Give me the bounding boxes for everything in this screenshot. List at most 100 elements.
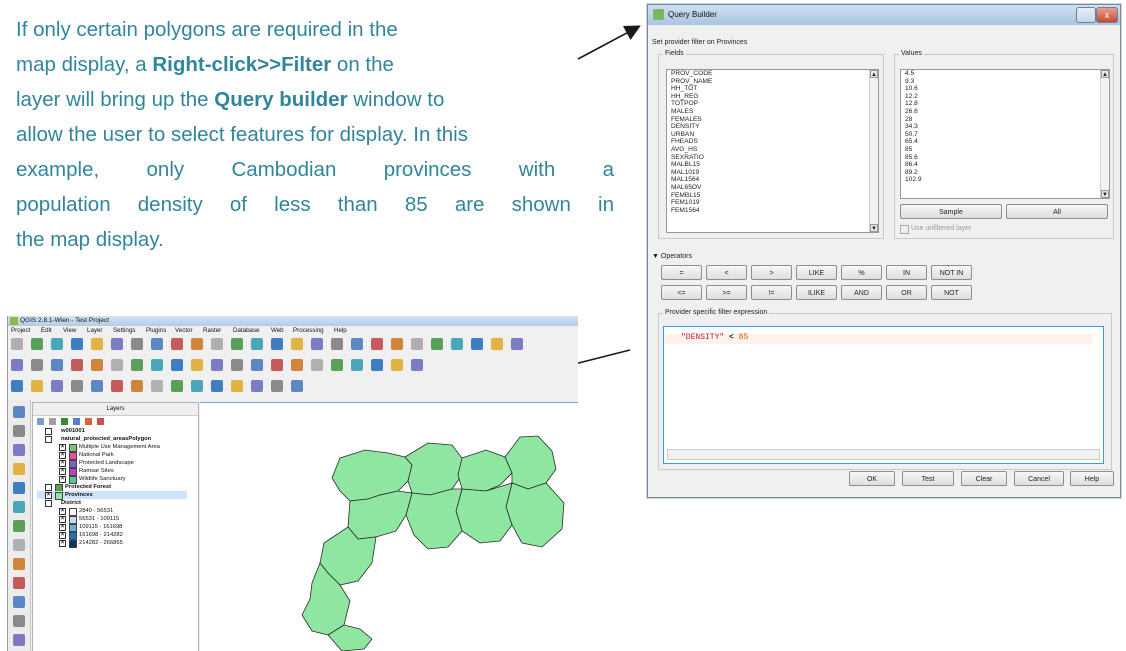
field-item[interactable]: MAL1019 — [667, 169, 878, 177]
legend-checkbox[interactable]: × — [59, 476, 66, 483]
toolbar-tool-icon[interactable] — [251, 380, 263, 392]
legend-checkbox[interactable]: × — [59, 508, 66, 515]
value-item[interactable]: 9.3 — [901, 78, 1109, 86]
toolbar-tool-icon[interactable] — [371, 359, 383, 371]
value-item[interactable]: 4.5 — [901, 70, 1109, 78]
filter-icon[interactable] — [61, 418, 68, 425]
toolbar-tool-icon[interactable] — [31, 338, 43, 350]
toolbar-tool-icon[interactable] — [251, 359, 263, 371]
toolbar-tool-icon[interactable] — [311, 338, 323, 350]
toolbar-tool-icon[interactable] — [271, 380, 283, 392]
toolbar-tool-icon[interactable] — [291, 338, 303, 350]
expression-hscrollbar[interactable] — [667, 449, 1100, 460]
values-scrollbar[interactable]: ▲ ▼ — [1100, 70, 1109, 198]
add-layer-tool-icon[interactable] — [13, 558, 25, 570]
field-item[interactable]: PROV_CODE — [667, 70, 878, 78]
add-layer-tool-icon[interactable] — [13, 406, 25, 418]
toolbar-tool-icon[interactable] — [311, 359, 323, 371]
use-unfiltered-checkbox[interactable] — [900, 225, 909, 234]
layer-checkbox[interactable] — [45, 436, 52, 443]
menu-item[interactable]: Raster — [203, 327, 221, 334]
value-item[interactable]: 50.7 — [901, 131, 1109, 139]
menu-item[interactable]: Processing — [293, 327, 324, 334]
add-layer-tool-icon[interactable] — [13, 539, 25, 551]
value-item[interactable]: 86.4 — [901, 161, 1109, 169]
toolbar-tool-icon[interactable] — [231, 338, 243, 350]
operator-button[interactable]: ILIKE — [796, 285, 837, 300]
legend-checkbox[interactable]: × — [59, 516, 66, 523]
help-button[interactable]: Help — [1070, 471, 1114, 486]
toolbar-tool-icon[interactable] — [91, 380, 103, 392]
toolbar-tool-icon[interactable] — [291, 380, 303, 392]
layer-checkbox[interactable] — [45, 428, 52, 435]
ok-button[interactable]: OK — [849, 471, 895, 486]
operator-button[interactable]: IN — [886, 265, 927, 280]
legend-checkbox[interactable]: × — [59, 532, 66, 539]
toolbar-tool-icon[interactable] — [331, 338, 343, 350]
layer-checkbox[interactable]: × — [45, 492, 52, 499]
field-item[interactable]: FEMBL15 — [667, 192, 878, 200]
scroll-up-icon[interactable]: ▲ — [1101, 70, 1109, 78]
value-item[interactable]: 10.6 — [901, 85, 1109, 93]
eye-icon[interactable] — [37, 418, 44, 425]
toolbar-tool-icon[interactable] — [331, 359, 343, 371]
map-canvas[interactable] — [200, 402, 578, 651]
toolbar-tool-icon[interactable] — [111, 380, 123, 392]
menu-item[interactable]: View — [63, 327, 76, 334]
toolbar-tool-icon[interactable] — [451, 338, 463, 350]
field-item[interactable]: FEM1564 — [667, 207, 878, 215]
field-item[interactable]: MALES — [667, 108, 878, 116]
toolbar-tool-icon[interactable] — [71, 338, 83, 350]
field-item[interactable]: HH_REG — [667, 93, 878, 101]
add-layer-tool-icon[interactable] — [13, 482, 25, 494]
toolbar-tool-icon[interactable] — [11, 338, 23, 350]
value-item[interactable]: 65.4 — [901, 138, 1109, 146]
field-item[interactable]: MAL65OV — [667, 184, 878, 192]
layer-provinces[interactable]: × Provinces — [37, 491, 187, 500]
help-titlebar-button[interactable] — [1076, 7, 1096, 23]
field-item[interactable]: TOTPOP — [667, 100, 878, 108]
legend-checkbox[interactable]: × — [59, 444, 66, 451]
toolbar-tool-icon[interactable] — [211, 338, 223, 350]
layer-checkbox[interactable] — [45, 484, 52, 491]
menu-item[interactable]: Layer — [87, 327, 102, 334]
clear-button[interactable]: Clear — [961, 471, 1007, 486]
operator-button[interactable]: < — [706, 265, 747, 280]
legend-checkbox[interactable]: × — [59, 460, 66, 467]
toolbar-tool-icon[interactable] — [111, 338, 123, 350]
toolbar-tool-icon[interactable] — [231, 359, 243, 371]
toolbar-tool-icon[interactable] — [31, 359, 43, 371]
filter-legend-icon[interactable] — [49, 418, 56, 425]
legend-checkbox[interactable]: × — [59, 452, 66, 459]
toolbar-tool-icon[interactable] — [231, 380, 243, 392]
operator-button[interactable]: % — [841, 265, 882, 280]
legend-checkbox[interactable]: × — [59, 540, 66, 547]
toolbar-tool-icon[interactable] — [511, 338, 523, 350]
add-layer-tool-icon[interactable] — [13, 444, 25, 456]
value-item[interactable]: 26.6 — [901, 108, 1109, 116]
menu-item[interactable]: Web — [271, 327, 284, 334]
field-item[interactable]: MAL1564 — [667, 176, 878, 184]
operator-button[interactable]: AND — [841, 285, 882, 300]
menu-item[interactable]: Plugins — [146, 327, 166, 334]
test-button[interactable]: Test — [902, 471, 954, 486]
toolbar-tool-icon[interactable] — [471, 338, 483, 350]
toolbar-tool-icon[interactable] — [71, 359, 83, 371]
toolbar-tool-icon[interactable] — [91, 359, 103, 371]
field-item[interactable]: FHEADS — [667, 138, 878, 146]
toolbar-tool-icon[interactable] — [491, 338, 503, 350]
collapse-icon[interactable] — [85, 418, 92, 425]
scroll-down-icon[interactable]: ▼ — [1101, 190, 1109, 198]
add-layer-tool-icon[interactable] — [13, 520, 25, 532]
toolbar-tool-icon[interactable] — [151, 359, 163, 371]
legend-checkbox[interactable]: × — [59, 468, 66, 475]
toolbar-tool-icon[interactable] — [151, 380, 163, 392]
value-item[interactable]: 12.2 — [901, 93, 1109, 101]
toolbar-tool-icon[interactable] — [391, 359, 403, 371]
fields-scrollbar[interactable]: ▲ ▼ — [869, 70, 878, 232]
filter-expression-editor[interactable]: "DENSITY" < 85 — [663, 326, 1104, 464]
add-layer-tool-icon[interactable] — [13, 577, 25, 589]
operator-button[interactable]: = — [661, 265, 702, 280]
add-layer-tool-icon[interactable] — [13, 501, 25, 513]
toolbar-tool-icon[interactable] — [251, 338, 263, 350]
